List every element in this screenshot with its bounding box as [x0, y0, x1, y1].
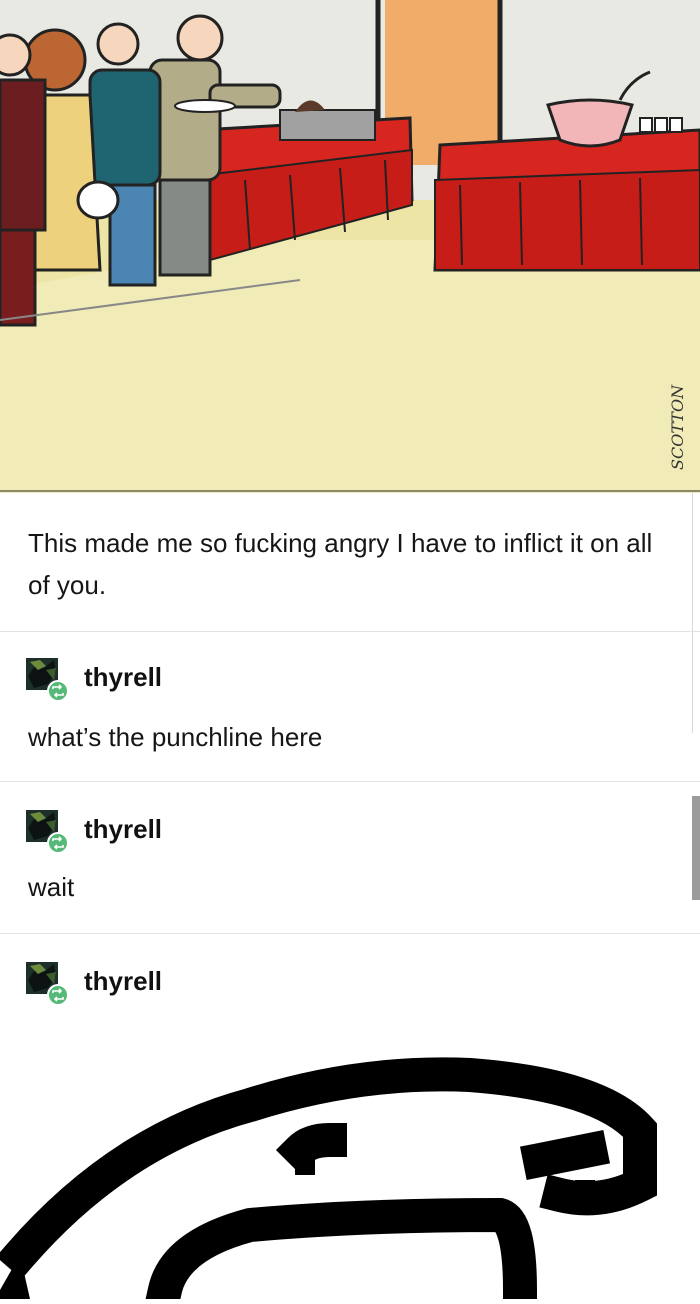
reblog-username[interactable]: thyrell [84, 814, 162, 845]
reblog-image-pixel-face [0, 1030, 700, 1304]
avatar-thyrell-icon[interactable] [26, 962, 69, 1006]
reblog-icon [47, 832, 69, 854]
scrollbar-track[interactable] [692, 493, 693, 733]
divider [0, 933, 700, 934]
reblog-username[interactable]: thyrell [84, 662, 162, 693]
post-caption: This made me so fucking angry I have to … [28, 528, 653, 600]
artist-signature: SCOTTON [668, 384, 687, 470]
reblog-icon [47, 680, 69, 702]
avatar-thyrell-icon[interactable] [26, 810, 69, 854]
divider [0, 631, 700, 632]
scrollbar-thumb[interactable] [692, 796, 700, 900]
reblog-comment: what’s the punchline here [28, 722, 323, 752]
reblog-icon [47, 984, 69, 1006]
reblog-username[interactable]: thyrell [84, 966, 162, 997]
post-image-cartoon [0, 0, 700, 493]
avatar-thyrell-icon[interactable] [26, 658, 69, 702]
divider [0, 781, 700, 782]
reblog-comment: wait [28, 872, 75, 902]
